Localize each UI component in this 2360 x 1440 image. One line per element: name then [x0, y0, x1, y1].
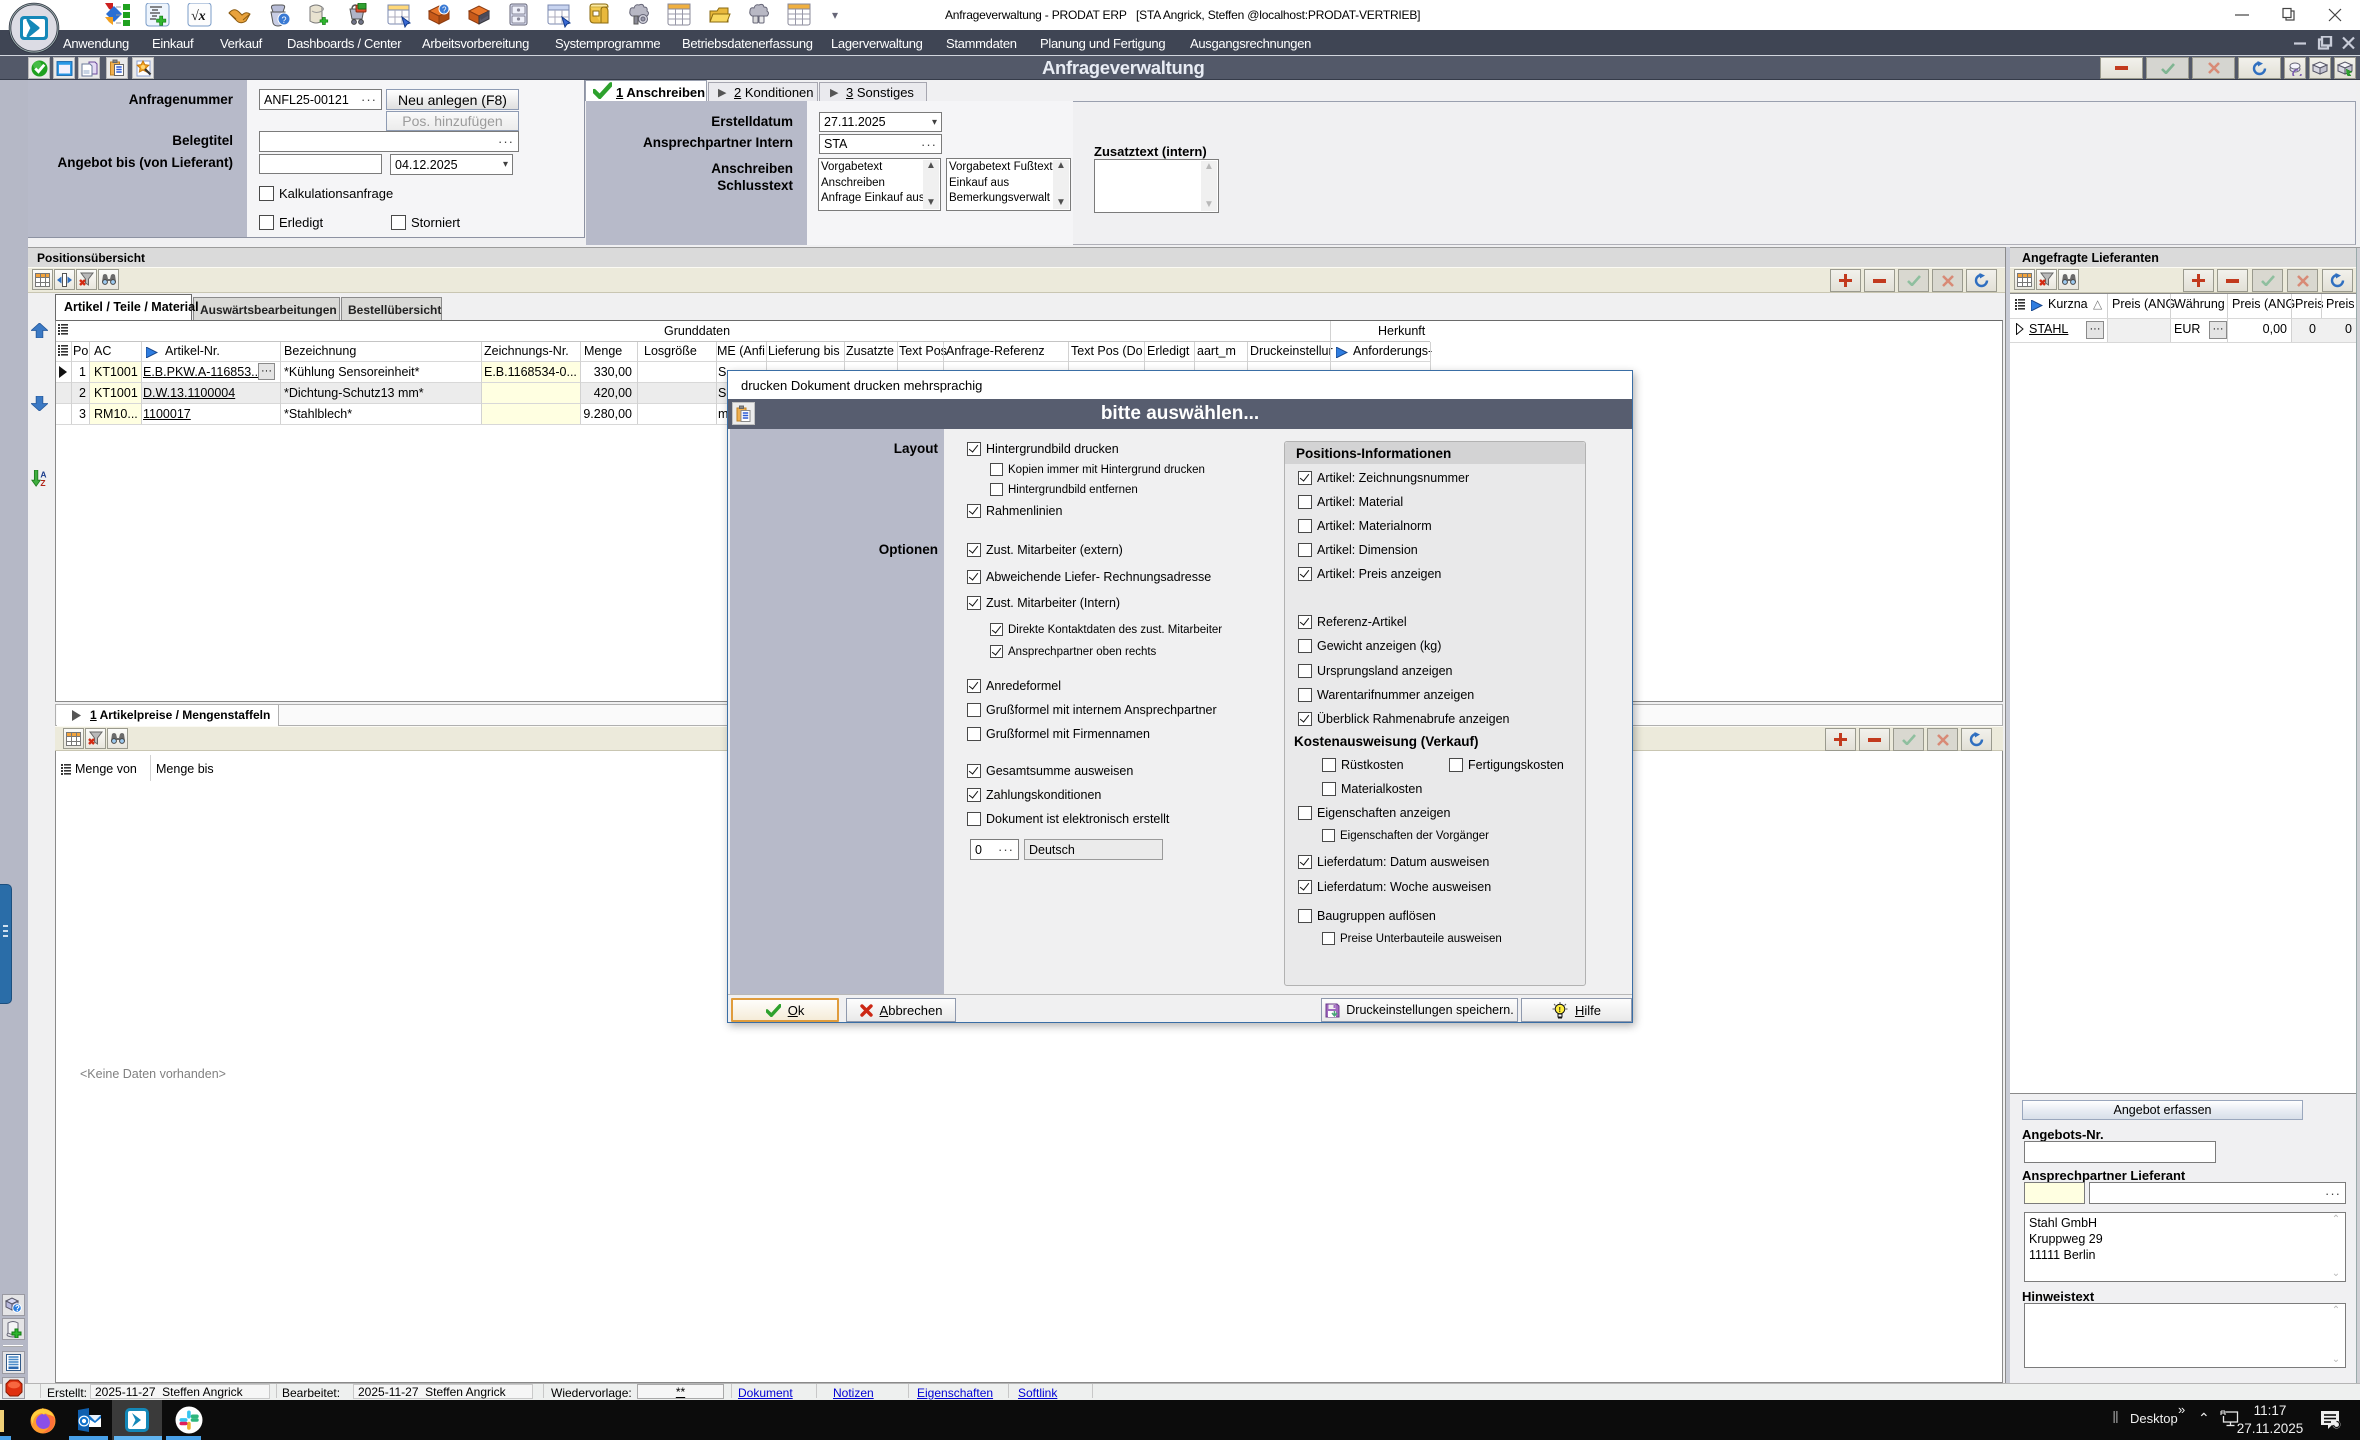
svg-text:?: ? [282, 15, 287, 25]
svg-text:?: ? [15, 1304, 20, 1313]
svg-text:Z: Z [40, 478, 45, 487]
svg-text:!: ! [1559, 1007, 1561, 1014]
svg-text:√x: √x [191, 9, 206, 24]
svg-text:▾: ▾ [832, 8, 838, 22]
svg-text:?: ? [442, 6, 447, 15]
